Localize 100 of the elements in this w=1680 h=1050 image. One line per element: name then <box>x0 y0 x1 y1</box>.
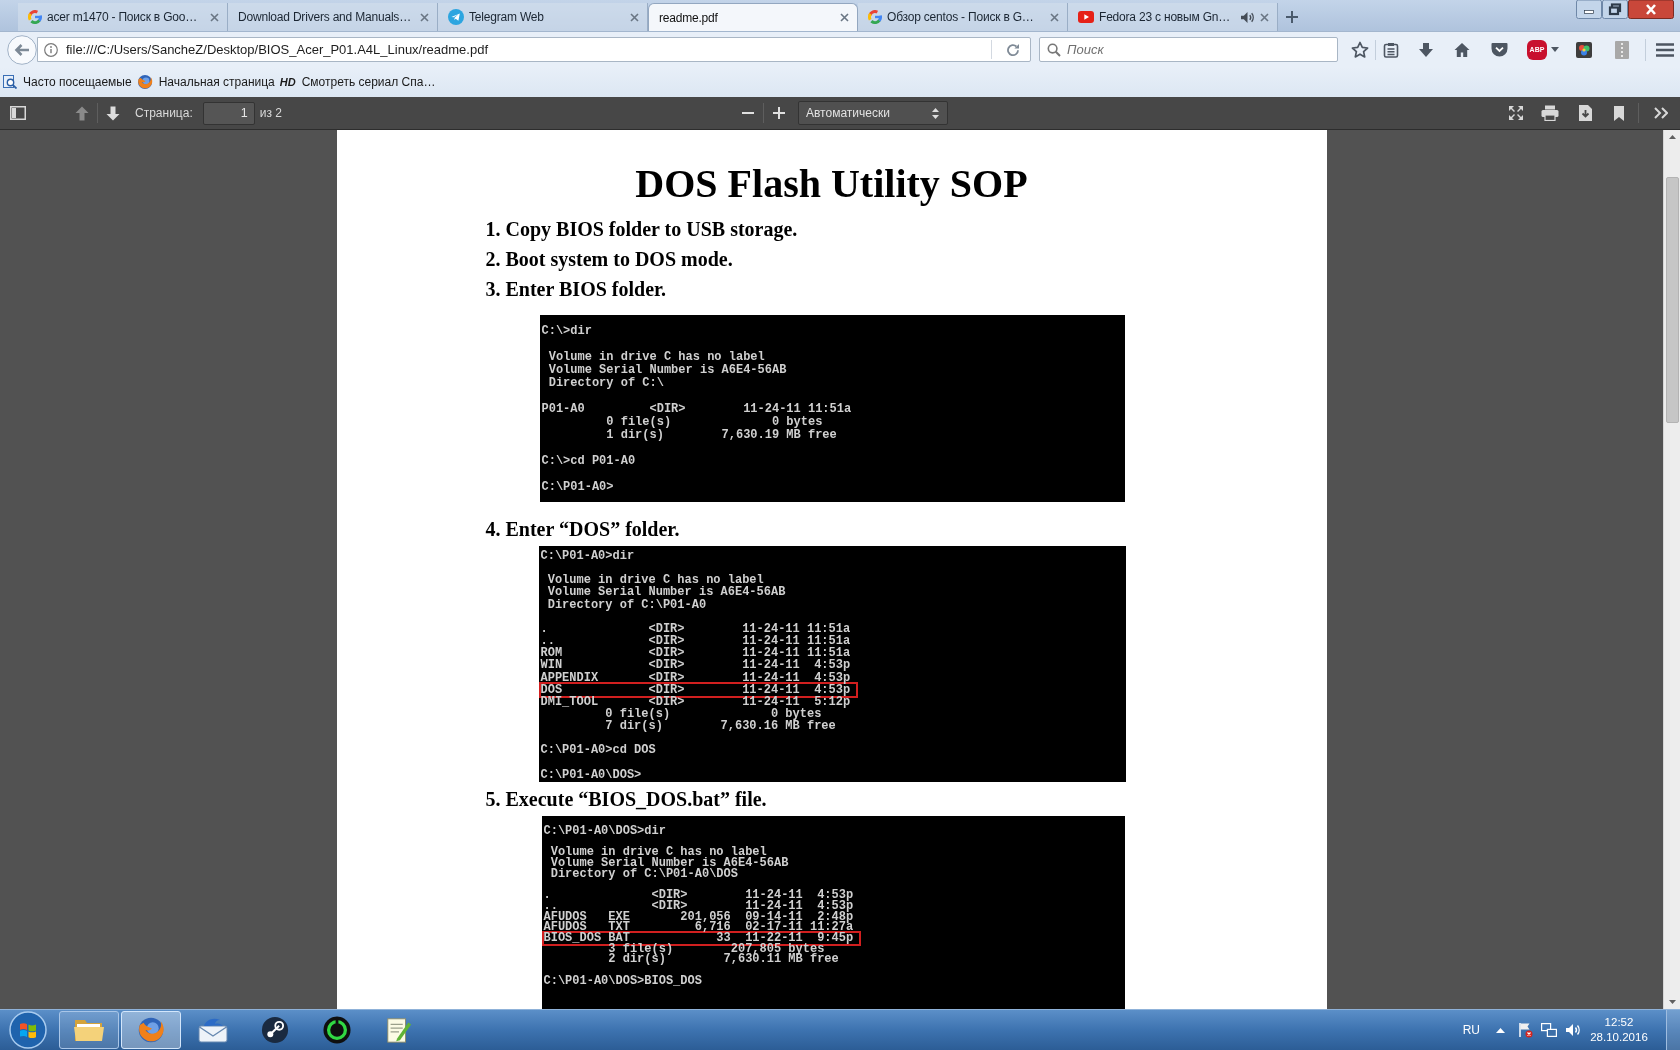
sidebar-icon[interactable] <box>10 106 26 120</box>
search-bar[interactable]: Поиск <box>1039 37 1338 62</box>
speaker-icon[interactable] <box>1565 1023 1581 1037</box>
expand-icon[interactable] <box>1508 105 1524 121</box>
terminal-line: 1 dir(s) 7,630.19 MB free <box>605 429 838 442</box>
arrow-up-icon[interactable] <box>1668 135 1676 139</box>
ring-icon <box>28 10 42 24</box>
bookmark-icon[interactable] <box>1614 105 1624 121</box>
arrow-down-icon[interactable] <box>106 105 120 121</box>
bookmark-item[interactable]: Часто посещаемые <box>3 73 132 91</box>
tab[interactable]: acer m1470 - Поиск в Goo… <box>18 3 228 31</box>
favicon-label: HD <box>279 74 296 90</box>
play-icon <box>1078 11 1094 23</box>
list-icon[interactable] <box>1383 41 1399 58</box>
globe-icon <box>136 74 153 90</box>
arrow-up-icon[interactable] <box>1496 1027 1505 1033</box>
speaker-icon[interactable] <box>1240 10 1255 24</box>
terminal-line: C:\P01-A0>cd DOS <box>539 744 657 757</box>
zoom-select[interactable]: Автоматически <box>798 101 948 125</box>
close-icon[interactable] <box>840 13 849 22</box>
terminal-line: .. <DIR> 11-24-11 4:53p <box>542 900 855 912</box>
search-icon[interactable] <box>1047 42 1061 57</box>
address-bar[interactable]: file:///C:/Users/SancheZ/Desktop/BIOS_Acer_P01.A4L_Linux/readme.pdf <box>37 37 1031 62</box>
page-label: Страница: <box>135 105 193 122</box>
tab[interactable]: readme.pdf <box>648 3 858 31</box>
terminal-line: C:\P01-A0\DOS>dir <box>542 826 667 837</box>
ring-icon <box>868 10 882 24</box>
tile-icon[interactable] <box>1615 40 1629 59</box>
language-indicator[interactable]: RU <box>1462 1021 1480 1039</box>
terminal-line: 0 file(s) 0 bytes <box>604 708 822 721</box>
page-count: из 2 <box>259 105 282 122</box>
arrow-down-icon[interactable] <box>1668 1000 1676 1004</box>
notepad-icon[interactable] <box>385 1016 413 1044</box>
caret-icon[interactable] <box>1551 47 1559 52</box>
tab[interactable]: Fedora 23 с новым Gn… <box>1068 3 1278 31</box>
star-icon[interactable] <box>1351 40 1369 59</box>
plus-icon[interactable] <box>1286 11 1298 23</box>
flag-icon[interactable] <box>1517 1022 1533 1038</box>
terminal-line: P01-A0 <DIR> 11-24-11 11:51a <box>540 403 853 416</box>
tab[interactable]: Обзор centos - Поиск в G… <box>858 3 1068 31</box>
minimize-icon[interactable] <box>1576 0 1602 19</box>
scrollbar[interactable] <box>1663 130 1680 1009</box>
terminal-line: APPENDIX <DIR> 11-24-11 4:53p <box>539 671 852 684</box>
bookmark-item[interactable]: Начальная страница <box>136 73 275 91</box>
terminal-line: Directory of C:\P01-A0 <box>546 598 708 611</box>
terminal-line: C:\>dir <box>540 325 593 338</box>
ring-icon[interactable] <box>323 1016 351 1044</box>
envelope-icon[interactable] <box>198 1017 228 1043</box>
double-chevron-icon[interactable] <box>1654 107 1668 119</box>
paper-plane-icon <box>448 9 464 25</box>
menu-icon[interactable] <box>1656 42 1674 57</box>
search-page-icon <box>3 75 17 89</box>
download-icon[interactable] <box>1578 105 1592 121</box>
folder-icon[interactable] <box>74 1018 104 1042</box>
disc-icon[interactable] <box>261 1016 289 1044</box>
bookmark-item[interactable]: HD Смотреть сериал Спа… <box>279 73 436 91</box>
address-field[interactable]: file:///C:/Users/SancheZ/Desktop/BIOS_Acer_P01.A4L_Linux/readme.pdf <box>66 38 983 61</box>
terminal-line: DMI_TOOL <DIR> 11-24-11 5:12p <box>539 695 852 708</box>
terminal-line: 7 dir(s) 7,630.16 MB free <box>604 720 837 733</box>
colorful-square-icon[interactable] <box>1576 41 1592 58</box>
home-icon[interactable] <box>1454 41 1470 58</box>
terminal-line: . <DIR> 11-24-11 4:53p <box>542 890 855 901</box>
taskbar-button[interactable] <box>121 1011 181 1049</box>
terminal-line: Volume in drive C has no label <box>547 351 766 364</box>
search-field[interactable]: Поиск <box>1067 38 1337 61</box>
terminal-line: Volume Serial Number is A6E4-56AB <box>549 858 790 869</box>
download-icon[interactable] <box>1418 41 1434 58</box>
clock-time[interactable]: 12:52 <box>1604 1015 1634 1030</box>
reload-icon[interactable] <box>1006 42 1020 57</box>
step-text: 2. Boot system to DOS mode. <box>485 247 733 273</box>
terminal-line: C:\P01-A0>dir <box>539 550 636 563</box>
terminal-line: C:\>cd P01-A0 <box>540 455 637 468</box>
info-icon[interactable] <box>44 42 58 57</box>
terminal-line: Volume Serial Number is A6E4-56AB <box>546 586 787 599</box>
updown-caret-icon <box>932 107 939 119</box>
terminal-line: C:\P01-A0> <box>540 481 615 494</box>
step-text: 5. Execute “BIOS_DOS.bat” file. <box>485 787 767 812</box>
start-icon[interactable] <box>9 1011 47 1049</box>
restore-icon[interactable] <box>1602 0 1628 19</box>
tab[interactable]: Download Drivers and Manuals… <box>228 3 438 31</box>
terminal-line: C:\P01-A0\DOS>BIOS_DOS <box>542 975 703 987</box>
terminal-line: AFUDOS TXT 6,716 02-17-11 11:27a <box>542 922 855 933</box>
step-text: 4. Enter “DOS” folder. <box>485 517 680 542</box>
printer-icon[interactable] <box>1541 105 1559 121</box>
close-icon[interactable] <box>1628 0 1674 19</box>
page-number-field[interactable]: 1 <box>202 101 255 125</box>
network-icon[interactable] <box>1541 1023 1557 1037</box>
scrollbar-thumb[interactable] <box>1665 177 1679 423</box>
globe-icon[interactable] <box>137 1016 165 1044</box>
tab[interactable]: Telegram Web <box>438 3 648 31</box>
terminal-line: 0 file(s) 0 bytes <box>605 416 824 429</box>
document-title: DOS Flash Utility SOP <box>635 160 1028 208</box>
shield-icon[interactable] <box>1491 42 1508 57</box>
terminal-line: 2 dir(s) 7,630.11 MB free <box>607 954 840 966</box>
terminal-line: . <DIR> 11-24-11 11:51a <box>539 622 852 636</box>
terminal-line: Volume in drive C has no label <box>546 574 764 587</box>
taskbar-button[interactable] <box>59 1011 119 1049</box>
terminal-line: Directory of C:\ <box>547 377 665 390</box>
terminal-line: WIN <DIR> 11-24-11 4:53p <box>539 659 852 672</box>
clock-date[interactable]: 28.10.2016 <box>1590 1030 1648 1045</box>
